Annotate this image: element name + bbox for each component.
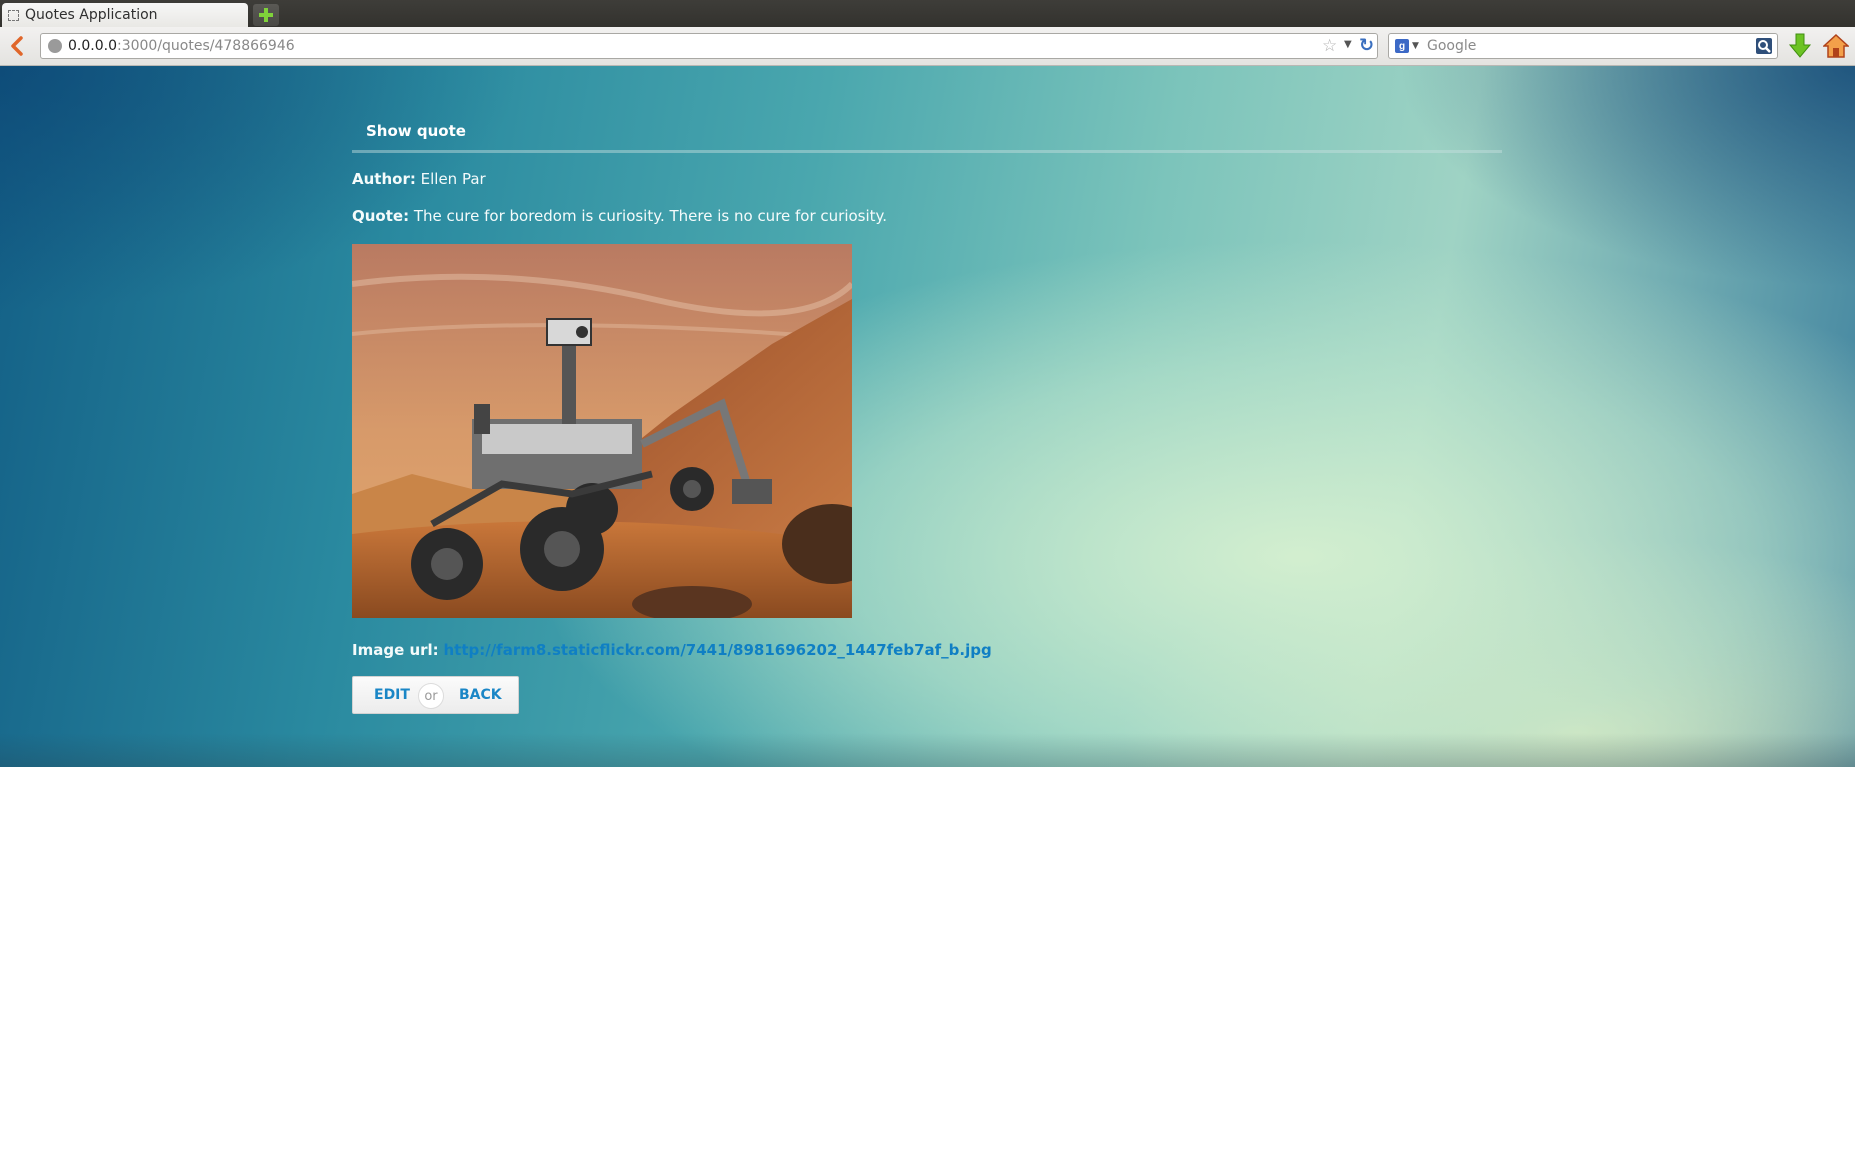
quote-value: The cure for boredom is curiosity. There… — [413, 207, 888, 225]
reload-icon[interactable]: ↻ — [1359, 35, 1374, 56]
page-title: Show quote — [366, 122, 466, 140]
quote-image — [352, 244, 852, 618]
google-engine-icon[interactable]: g — [1395, 39, 1409, 53]
search-icon[interactable] — [1756, 38, 1772, 54]
url-text[interactable]: 0.0.0.0:3000/quotes/478866946 — [68, 38, 295, 54]
bookmark-star-icon[interactable]: ☆ — [1322, 36, 1337, 56]
back-arrow-icon — [11, 36, 23, 56]
quote-field: Quote: The cure for boredom is curiosity… — [352, 207, 887, 225]
home-icon[interactable] — [1823, 33, 1849, 59]
quote-label: Quote: — [352, 207, 410, 225]
plus-icon — [259, 8, 273, 22]
heading-bar: Show quote — [352, 122, 1502, 153]
tab-strip: Quotes Application — [0, 0, 1855, 27]
edit-button[interactable]: EDIT — [374, 687, 410, 703]
search-input[interactable] — [1427, 36, 1737, 56]
page-favicon-icon — [8, 9, 19, 21]
author-field: Author: Ellen Par — [352, 170, 486, 188]
back-link[interactable]: BACK — [459, 687, 502, 703]
mars-rover-photo — [352, 244, 852, 618]
tab-title: Quotes Application — [25, 7, 158, 23]
or-separator: or — [418, 683, 444, 709]
navigation-toolbar: 0.0.0.0:3000/quotes/478866946 ☆ ▼ ↻ g ▼ — [0, 27, 1855, 66]
downloads-icon[interactable] — [1788, 32, 1812, 60]
author-value: Ellen Par — [420, 170, 486, 188]
engine-dropdown-icon[interactable]: ▼ — [1412, 41, 1419, 51]
new-tab-button[interactable] — [253, 4, 279, 26]
search-bar[interactable]: g ▼ — [1388, 33, 1778, 59]
action-buttons: EDIT or BACK — [352, 676, 519, 714]
browser-tab-active[interactable]: Quotes Application — [2, 3, 248, 27]
history-dropdown-icon[interactable]: ▼ — [1344, 39, 1352, 50]
author-label: Author: — [352, 170, 416, 188]
back-button[interactable] — [6, 34, 28, 58]
image-url-link[interactable]: http://farm8.staticflickr.com/7441/89816… — [443, 641, 991, 659]
page-background — [0, 66, 1855, 767]
image-url-label: Image url: — [352, 641, 439, 659]
url-host: 0.0.0.0 — [68, 38, 117, 54]
url-path: :3000/quotes/478866946 — [116, 38, 295, 54]
address-bar[interactable]: 0.0.0.0:3000/quotes/478866946 ☆ ▼ ↻ — [40, 33, 1378, 59]
site-identity-icon[interactable] — [48, 39, 62, 53]
image-url-field: Image url: http://farm8.staticflickr.com… — [352, 641, 992, 659]
